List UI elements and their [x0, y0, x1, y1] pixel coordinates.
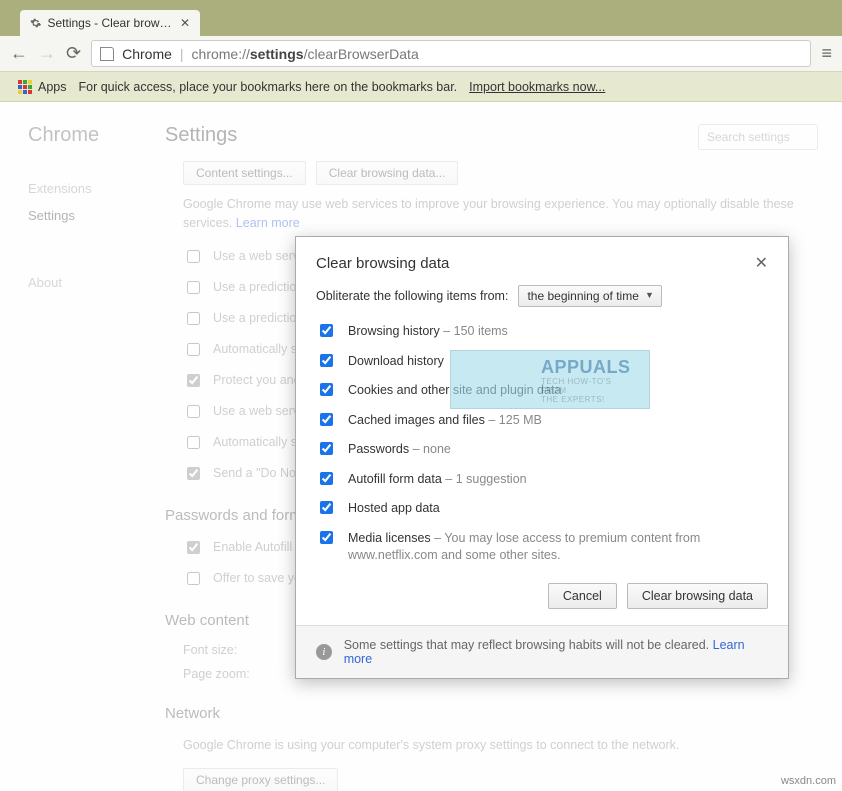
watermark-text: wsxdn.com: [781, 775, 836, 787]
menu-button[interactable]: ≡: [821, 43, 832, 64]
dialog-item-label: Passwords: [348, 442, 409, 456]
dialog-item-row: Hosted app data: [316, 500, 768, 518]
back-button[interactable]: ←: [10, 43, 28, 64]
bookmarks-bar: Apps For quick access, place your bookma…: [0, 72, 842, 102]
dialog-item-sub: – 1 suggestion: [445, 472, 526, 486]
cancel-button[interactable]: Cancel: [548, 583, 617, 609]
dialog-item-checkbox-5[interactable]: [320, 472, 333, 485]
clear-browsing-data-confirm-button[interactable]: Clear browsing data: [627, 583, 768, 609]
obliterate-label: Obliterate the following items from:: [316, 289, 508, 303]
apps-icon: [18, 80, 32, 94]
dialog-item-checkbox-2[interactable]: [320, 383, 333, 396]
dialog-item-label: Cached images and files: [348, 413, 485, 427]
reload-button[interactable]: ⟳: [66, 43, 81, 64]
dialog-item-checkbox-1[interactable]: [320, 354, 333, 367]
time-range-select[interactable]: the beginning of time: [518, 285, 661, 307]
clear-browsing-data-dialog: Clear browsing data ✕ Obliterate the fol…: [295, 236, 789, 679]
omnibox-scheme: Chrome: [122, 46, 172, 62]
dialog-item-label: Browsing history: [348, 324, 440, 338]
page-icon: [100, 47, 114, 61]
gear-icon: [30, 16, 41, 30]
browser-tab[interactable]: Settings - Clear browsing d... ✕: [20, 10, 200, 36]
dialog-item-row: Browsing history – 150 items: [316, 323, 768, 341]
dialog-item-sub: – 150 items: [443, 324, 508, 338]
apps-shortcut[interactable]: Apps: [18, 80, 67, 94]
close-tab-icon[interactable]: ✕: [180, 16, 190, 30]
dialog-item-checkbox-6[interactable]: [320, 501, 333, 514]
tab-title: Settings - Clear browsing d...: [47, 16, 173, 30]
dialog-item-checkbox-0[interactable]: [320, 324, 333, 337]
dialog-item-sub: – 125 MB: [488, 413, 542, 427]
info-icon: i: [316, 644, 332, 660]
forward-button: →: [38, 43, 56, 64]
bookmarks-hint: For quick access, place your bookmarks h…: [79, 80, 458, 94]
dialog-item-checkbox-4[interactable]: [320, 442, 333, 455]
omnibox[interactable]: Chrome | chrome://settings/clearBrowserD…: [91, 40, 811, 67]
dialog-footer-text: Some settings that may reflect browsing …: [344, 638, 709, 652]
dialog-item-label: Media licenses: [348, 531, 431, 545]
import-bookmarks-link[interactable]: Import bookmarks now...: [469, 80, 605, 94]
tab-bar: Settings - Clear browsing d... ✕: [0, 0, 842, 36]
dialog-item-label: Hosted app data: [348, 501, 440, 515]
dialog-item-checkbox-3[interactable]: [320, 413, 333, 426]
dialog-item-label: Download history: [348, 354, 444, 368]
dialog-item-row: Cookies and other site and plugin data: [316, 382, 768, 400]
dialog-item-label: Cookies and other site and plugin data: [348, 383, 561, 397]
dialog-item-row: Download history: [316, 353, 768, 371]
dialog-item-checkbox-7[interactable]: [320, 531, 333, 544]
dialog-item-label: Autofill form data: [348, 472, 442, 486]
dialog-item-row: Passwords – none: [316, 441, 768, 459]
omnibox-url: chrome://settings/clearBrowserData: [192, 46, 419, 62]
dialog-close-icon[interactable]: ✕: [755, 253, 768, 273]
dialog-item-row: Autofill form data – 1 suggestion: [316, 471, 768, 489]
dialog-item-row: Cached images and files – 125 MB: [316, 412, 768, 430]
dialog-title: Clear browsing data: [316, 255, 755, 272]
dialog-item-sub: – none: [413, 442, 451, 456]
dialog-item-row: Media licenses – You may lose access to …: [316, 530, 768, 565]
toolbar: ← → ⟳ Chrome | chrome://settings/clearBr…: [0, 36, 842, 72]
